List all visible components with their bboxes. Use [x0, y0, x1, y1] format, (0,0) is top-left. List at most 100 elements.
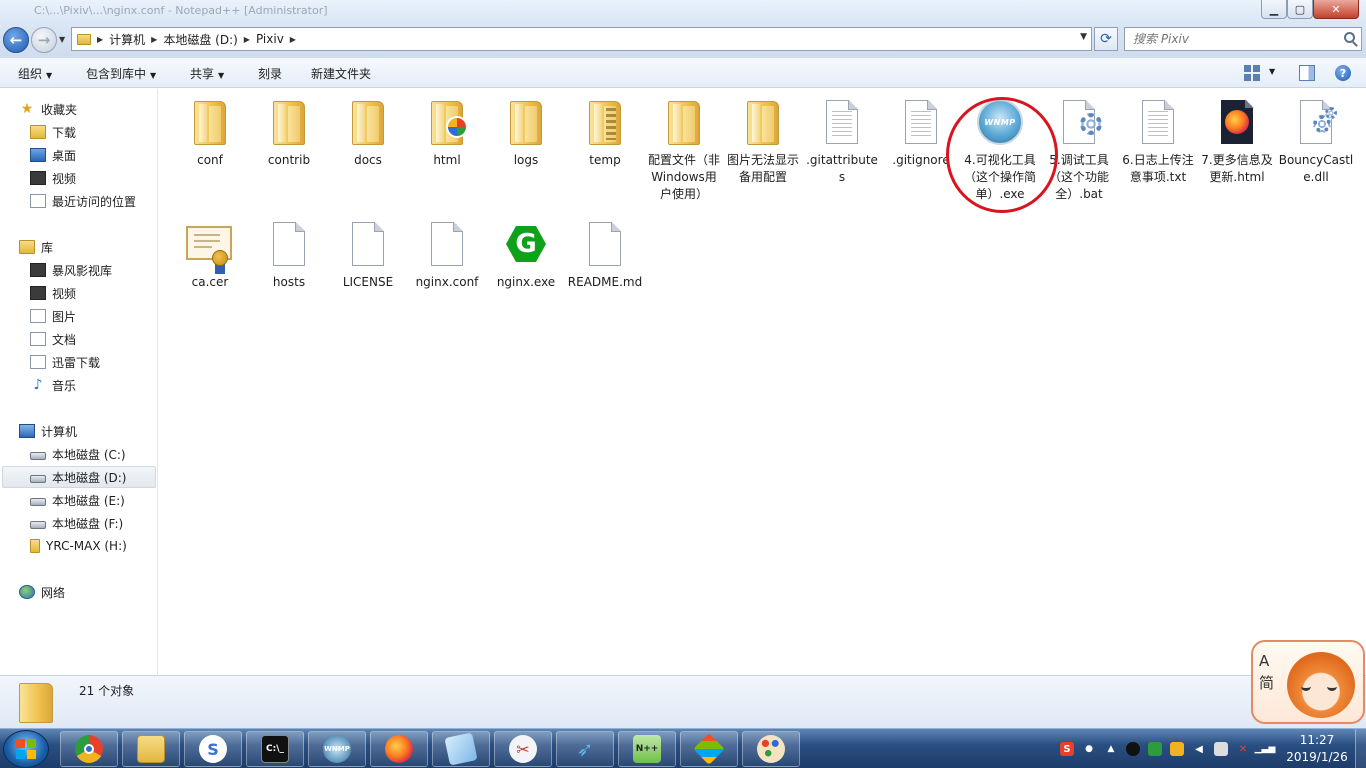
nav-item-drive-f[interactable]: 本地磁盘 (F:): [30, 512, 123, 534]
nav-libraries[interactable]: 库: [19, 236, 53, 258]
search-input[interactable]: [1125, 28, 1335, 50]
system-clock[interactable]: 11:27 2019/1/26: [1284, 732, 1350, 766]
burn-button[interactable]: 刻录: [258, 65, 282, 82]
file-item-temp[interactable]: temp: [567, 98, 643, 169]
file-list[interactable]: conf contrib docs html logs temp 配置文件（非W…: [159, 89, 1366, 675]
nav-item-pictures[interactable]: 图片: [30, 305, 76, 327]
device-icon[interactable]: [1214, 742, 1228, 756]
file-item-conf[interactable]: conf: [172, 98, 248, 169]
file-item-image-fallback-config[interactable]: 图片无法显示备用配置: [725, 98, 801, 186]
taskbar-app-bird[interactable]: ➶: [556, 731, 614, 767]
breadcrumb-drive-d[interactable]: 本地磁盘 (D:): [163, 31, 237, 48]
nav-item-thunder-download[interactable]: 迅雷下载: [30, 351, 100, 373]
file-item-gitignore[interactable]: .gitignore: [883, 98, 959, 169]
file-item-license[interactable]: LICENSE: [330, 220, 406, 291]
file-item-more-info-html[interactable]: 7.更多信息及更新.html: [1199, 98, 1275, 186]
mute-icon[interactable]: ✕: [1236, 742, 1250, 756]
nav-item-drive-c[interactable]: 本地磁盘 (C:): [30, 443, 126, 465]
ime-mascot-widget[interactable]: A 简: [1251, 640, 1365, 724]
chevron-right-icon[interactable]: ▶: [151, 35, 157, 44]
file-item-gitattributes[interactable]: .gitattributes: [804, 98, 880, 186]
chevron-right-icon[interactable]: ▶: [97, 35, 103, 44]
nav-item-documents[interactable]: 文档: [30, 328, 76, 350]
address-bar[interactable]: ▶ 计算机 ▶ 本地磁盘 (D:) ▶ Pixiv ▶ ▼: [71, 27, 1092, 51]
taskbar-app-s[interactable]: S: [184, 731, 242, 767]
nav-item-drive-d[interactable]: 本地磁盘 (D:): [2, 466, 156, 488]
view-options-dropdown[interactable]: ▼: [1269, 67, 1275, 76]
file-item-readme[interactable]: README.md: [567, 220, 643, 291]
network-tray-icon[interactable]: [1148, 742, 1162, 756]
breadcrumb-computer[interactable]: 计算机: [109, 31, 145, 48]
file-item-nginx-conf[interactable]: nginx.conf: [409, 220, 485, 291]
wifi-signal-icon[interactable]: ▁▃▅: [1255, 742, 1276, 756]
chevron-right-icon[interactable]: ▶: [244, 35, 250, 44]
search-icon[interactable]: [1344, 32, 1355, 43]
file-item-contrib[interactable]: contrib: [251, 98, 327, 169]
nav-item-drive-e[interactable]: 本地磁盘 (E:): [30, 489, 125, 511]
help-icon[interactable]: ?: [1335, 65, 1351, 81]
file-item-docs[interactable]: docs: [330, 98, 406, 169]
nav-item-desktop[interactable]: 桌面: [30, 144, 76, 166]
nav-item-label: 最近访问的位置: [52, 194, 137, 209]
change-view-icon[interactable]: [1244, 65, 1260, 81]
recent-pages-dropdown[interactable]: ▼: [59, 35, 65, 44]
nav-item-videos[interactable]: 视频: [30, 167, 76, 189]
navigation-pane[interactable]: ★ 收藏夹 下载 桌面 视频 最近访问的位置 库 暴风影视库 视频 图片 文档 迅…: [0, 89, 158, 675]
taskbar-app-diamond[interactable]: [680, 731, 738, 767]
minimize-button[interactable]: ▁: [1261, 0, 1287, 19]
taskbar-snipping[interactable]: ✂: [494, 731, 552, 767]
taskbar-firefox[interactable]: [370, 731, 428, 767]
show-hidden-icons-icon[interactable]: ▲: [1104, 742, 1118, 756]
nav-computer[interactable]: 计算机: [19, 420, 77, 442]
back-button[interactable]: ←: [3, 27, 29, 53]
file-item-config-non-windows[interactable]: 配置文件（非Windows用户使用）: [646, 98, 722, 203]
include-in-library-menu[interactable]: 包含到库中 ▼: [86, 65, 156, 82]
refresh-button[interactable]: ⟳: [1094, 27, 1118, 51]
nav-item-recent-places[interactable]: 最近访问的位置: [30, 190, 136, 212]
taskbar-wnmp[interactable]: WNMP: [308, 731, 366, 767]
preview-pane-icon[interactable]: [1299, 65, 1315, 81]
nav-item-downloads[interactable]: 下载: [30, 121, 76, 143]
file-name: contrib: [267, 153, 311, 167]
show-desktop-button[interactable]: [1355, 729, 1366, 768]
taskbar-chrome[interactable]: [60, 731, 118, 767]
file-item-nginx-exe[interactable]: G nginx.exe: [488, 220, 564, 291]
taskbar-cmd[interactable]: C:\_: [246, 731, 304, 767]
taskbar-explorer[interactable]: [122, 731, 180, 767]
share-menu[interactable]: 共享 ▼: [190, 65, 224, 82]
taskbar-paint[interactable]: [742, 731, 800, 767]
volume-icon[interactable]: ◀: [1192, 742, 1206, 756]
close-button[interactable]: ✕: [1313, 0, 1359, 19]
paint-palette-icon: [757, 735, 785, 763]
taskbar-notepadpp[interactable]: N++: [618, 731, 676, 767]
file-item-ca-cer[interactable]: ca.cer: [172, 220, 248, 291]
nav-item-video-library[interactable]: 视频: [30, 282, 76, 304]
file-item-log-upload-txt[interactable]: 6.日志上传注意事项.txt: [1120, 98, 1196, 186]
forward-button[interactable]: →: [31, 27, 57, 53]
file-item-debug-tool-bat[interactable]: 5.调试工具（这个功能全）.bat: [1041, 98, 1117, 203]
nav-item-music[interactable]: ♪ 音乐: [30, 374, 76, 396]
file-item-html[interactable]: html: [409, 98, 485, 169]
file-item-visual-tool-exe[interactable]: WNMP 4.可视化工具（这个操作简单）.exe: [962, 98, 1038, 203]
search-box[interactable]: [1124, 27, 1362, 51]
nav-favorites[interactable]: ★ 收藏夹: [19, 98, 77, 120]
file-item-bouncycastle-dll[interactable]: BouncyCastle.dll: [1278, 98, 1354, 186]
chevron-right-icon[interactable]: ▶: [290, 35, 296, 44]
sogou-ime-icon[interactable]: S: [1060, 742, 1074, 756]
file-item-hosts[interactable]: hosts: [251, 220, 327, 291]
qq-icon[interactable]: [1126, 742, 1140, 756]
address-history-dropdown[interactable]: ▼: [1080, 32, 1087, 42]
maximize-button[interactable]: ▢: [1287, 0, 1313, 19]
ime-mode-icon[interactable]: ●: [1082, 742, 1096, 756]
organize-menu[interactable]: 组织 ▼: [18, 65, 52, 82]
blank-file-icon: [273, 222, 305, 266]
breadcrumb-pixiv[interactable]: Pixiv: [256, 32, 284, 46]
nav-network[interactable]: 网络: [19, 581, 65, 603]
file-item-logs[interactable]: logs: [488, 98, 564, 169]
nav-item-film-library[interactable]: 暴风影视库: [30, 259, 112, 281]
new-folder-button[interactable]: 新建文件夹: [311, 65, 371, 82]
security-icon[interactable]: [1170, 742, 1184, 756]
start-button[interactable]: [3, 730, 49, 768]
taskbar-notepad[interactable]: [432, 731, 490, 767]
nav-item-drive-h[interactable]: YRC-MAX (H:): [30, 535, 127, 557]
